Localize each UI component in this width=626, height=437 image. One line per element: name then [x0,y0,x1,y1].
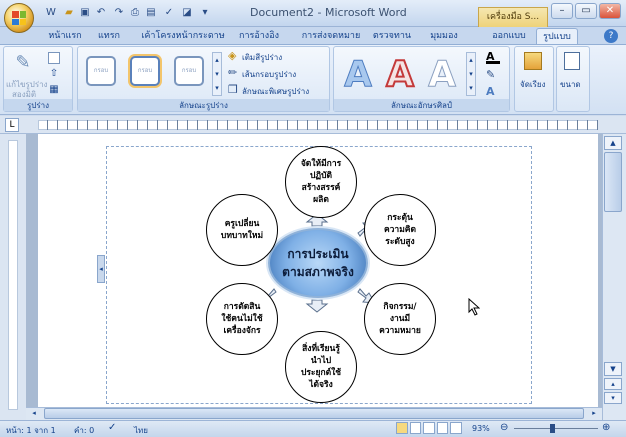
scroll-right-icon[interactable]: ▸ [588,408,600,419]
web-layout-icon[interactable] [423,422,435,434]
node-bottom-right-text: กิจกรรม/ งานมี ความหมาย [379,302,421,336]
zoom-out-icon[interactable]: ⊖ [500,423,508,433]
proofing-icon[interactable]: ✓ [108,422,116,433]
scroll-left-icon[interactable]: ◂ [28,408,40,419]
horizontal-scroll-thumb[interactable] [44,408,584,419]
arrow-bottom [305,299,329,313]
zoom-slider[interactable] [514,428,598,429]
view-buttons [396,422,462,434]
next-page-icon[interactable]: ▾ [604,392,622,404]
language-indicator[interactable]: ไทย [134,424,148,437]
node-bottom-text: สิ่งที่เรียนรู้ นำไป ประยุกต์ใช้ ได้จริง [300,344,342,390]
center-node[interactable]: การประเมิน ตามสภาพจริง [268,228,368,298]
office-button[interactable] [4,3,34,33]
node-top-text: จัดให้มีการ ปฏิบัติ สร้างสรรค์ ผลิต [300,159,342,205]
full-screen-reading-icon[interactable] [409,422,422,434]
zoom-slider-handle[interactable] [550,424,555,433]
node-bottom[interactable]: สิ่งที่เรียนรู้ นำไป ประยุกต์ใช้ ได้จริง [285,331,357,403]
word-count[interactable]: คำ: 0 [74,424,94,437]
outline-view-icon[interactable] [436,422,449,434]
scroll-up-icon[interactable]: ▲ [604,136,622,150]
print-layout-icon[interactable] [396,422,408,434]
node-top-right-text: กระตุ้น ความคิด ระดับสูง [383,213,417,247]
previous-page-icon[interactable]: ▴ [604,378,622,390]
node-top[interactable]: จัดให้มีการ ปฏิบัติ สร้างสรรค์ ผลิต [285,146,357,218]
zoom-level[interactable]: 93% [472,424,490,433]
zoom-in-icon[interactable]: ⊕ [602,423,610,433]
node-bottom-left[interactable]: การตัดสิน ใช้คนไม่ใช้ เครื่องจักร [206,283,278,355]
node-top-left[interactable]: ครูเปลี่ยน บทบาทใหม่ [206,194,278,266]
mouse-cursor-icon [468,298,480,316]
center-node-text: การประเมิน ตามสภาพจริง [282,247,354,279]
draft-view-icon[interactable] [450,422,462,434]
node-top-left-text: ครูเปลี่ยน บทบาทใหม่ [220,219,264,241]
office-logo-icon [12,11,26,25]
node-top-right[interactable]: กระตุ้น ความคิด ระดับสูง [364,194,436,266]
node-bottom-right[interactable]: กิจกรรม/ งานมี ความหมาย [364,283,436,355]
node-bottom-left-text: การตัดสิน ใช้คนไม่ใช้ เครื่องจักร [221,302,263,336]
page-count[interactable]: หน้า: 1 จาก 1 [6,424,56,437]
scroll-thumb[interactable] [604,152,622,212]
scroll-down-icon[interactable]: ▼ [604,362,622,376]
